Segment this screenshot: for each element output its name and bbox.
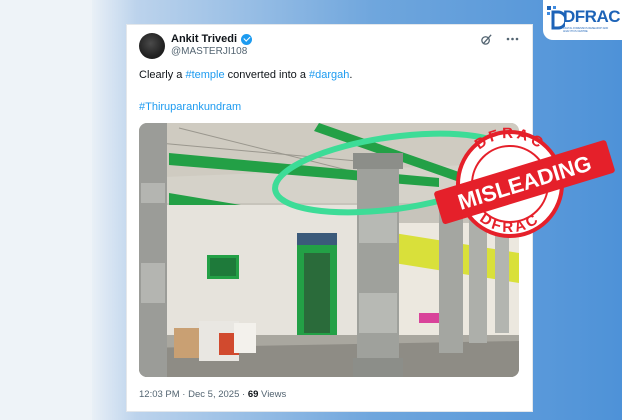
tweet-date[interactable]: Dec 5, 2025: [188, 389, 239, 400]
author-name[interactable]: Ankit Trivedi: [171, 33, 237, 45]
tweet-text-prefix: Clearly a: [139, 69, 186, 81]
tweet-meta: 12:03 PM · Dec 5, 2025 · 69 Views: [139, 389, 286, 400]
hashtag-dargah-link[interactable]: #dargah: [309, 69, 349, 81]
tweet-time[interactable]: 12:03 PM: [139, 389, 180, 400]
dfrac-logo: DFRAC DIGITAL FORENSICS RESEARCH AND ANA…: [543, 0, 622, 40]
meta-separator-2: ·: [239, 389, 248, 400]
more-icon[interactable]: [504, 31, 520, 47]
hashtag-line: #Thiruparankundram: [139, 101, 241, 113]
tweet-text: Clearly a #temple converted into a #darg…: [139, 69, 352, 81]
author-name-row[interactable]: Ankit Trivedi: [171, 33, 253, 45]
logo-tagline: DIGITAL FORENSICS RESEARCH AND ANALYTICS…: [563, 27, 609, 33]
hashtag-temple-link[interactable]: #temple: [185, 69, 224, 81]
views-label: Views: [258, 389, 287, 400]
views-count: 69: [247, 389, 259, 400]
verified-icon: [241, 33, 253, 45]
misleading-stamp: DFRAC DFRAC MISLEADING: [428, 110, 622, 245]
author-avatar[interactable]: [139, 33, 165, 59]
background-left-strip: [0, 0, 92, 420]
tweet-text-suffix: .: [349, 69, 353, 81]
meta-separator-1: ·: [179, 389, 189, 400]
author-handle[interactable]: @MASTERJI108: [171, 46, 247, 57]
dfrac-logo-icon: [547, 6, 565, 30]
tweet-text-middle: converted into a: [224, 69, 309, 81]
grok-icon[interactable]: [478, 31, 494, 47]
hashtag-thiruparankundram-link[interactable]: #Thiruparankundram: [139, 101, 241, 113]
tweet-top-actions: [478, 31, 520, 47]
logo-text: DFRAC: [563, 7, 621, 26]
